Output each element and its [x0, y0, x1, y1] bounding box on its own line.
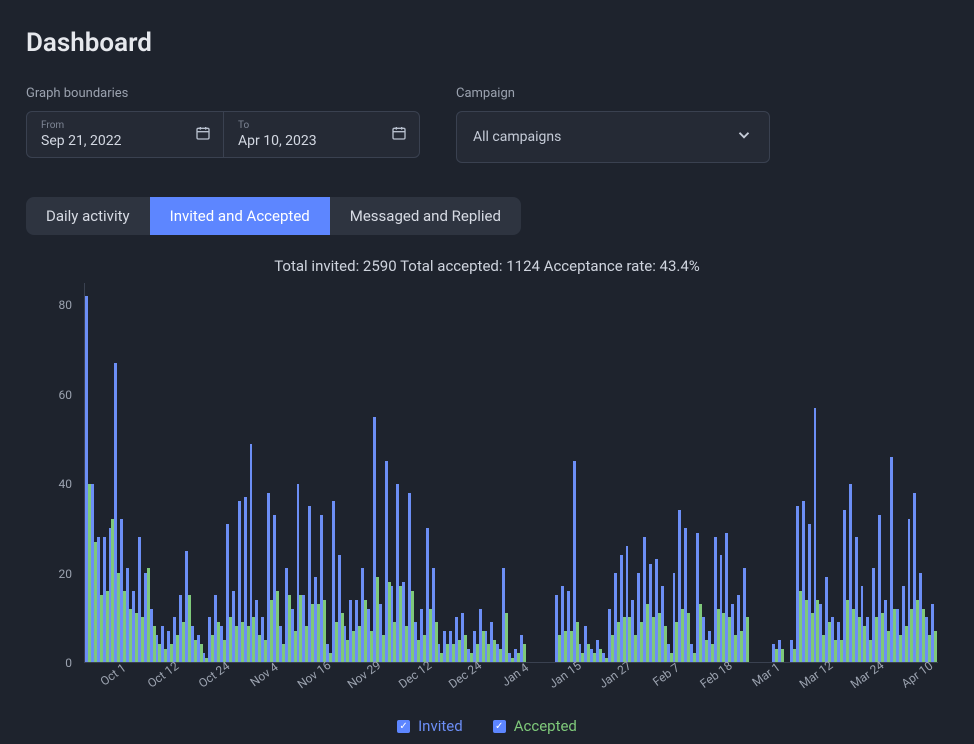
bar-accepted	[934, 631, 937, 662]
boundaries-label: Graph boundaries	[26, 86, 420, 101]
campaign-label: Campaign	[456, 86, 770, 101]
x-tick: Apr 10	[899, 659, 936, 691]
x-tick: Dec 24	[446, 658, 484, 691]
checkbox-icon: ✓	[493, 720, 506, 733]
chart-summary: Total invited: 2590 Total accepted: 1124…	[26, 257, 948, 275]
x-tick: Mar 1	[750, 660, 783, 689]
x-tick: Oct 24	[195, 659, 231, 691]
campaign-select[interactable]: All campaigns	[456, 111, 770, 163]
date-from[interactable]: From Sep 21, 2022	[27, 112, 223, 157]
legend-invited[interactable]: ✓ Invited	[397, 717, 463, 735]
y-tick: 20	[59, 567, 73, 581]
y-tick: 40	[59, 477, 73, 491]
date-to[interactable]: To Apr 10, 2023	[223, 112, 419, 157]
x-tick: Mar 24	[847, 658, 886, 691]
page-title: Dashboard	[26, 28, 948, 58]
legend-accepted-label: Accepted	[514, 717, 577, 735]
campaign-group: Campaign All campaigns	[456, 86, 770, 163]
x-tick: Jan 15	[547, 658, 585, 691]
legend: ✓ Invited ✓ Accepted	[26, 717, 948, 735]
date-to-label: To	[238, 120, 407, 131]
calendar-icon	[195, 125, 211, 145]
x-tick: Dec 12	[396, 658, 434, 691]
chevron-down-icon	[735, 126, 753, 148]
x-tick: Feb 18	[697, 658, 734, 691]
x-tick: Jan 4	[499, 660, 531, 689]
y-tick: 60	[59, 388, 73, 402]
campaign-value: All campaigns	[473, 129, 561, 145]
chart: 020406080 Oct 1Oct 12Oct 24Nov 4Nov 16No…	[42, 283, 938, 663]
date-range: From Sep 21, 2022 To Apr 10, 2023	[26, 111, 420, 158]
date-from-label: From	[41, 120, 211, 131]
bar-group	[931, 283, 937, 662]
y-axis: 020406080	[42, 283, 76, 663]
date-from-value: Sep 21, 2022	[41, 133, 211, 149]
view-tabs: Daily activityInvited and AcceptedMessag…	[26, 197, 521, 235]
x-tick: Oct 12	[145, 659, 181, 691]
x-tick: Jan 27	[597, 658, 635, 691]
x-tick: Oct 1	[98, 661, 129, 689]
x-axis: Oct 1Oct 12Oct 24Nov 4Nov 16Nov 29Dec 12…	[84, 663, 938, 707]
x-tick: Nov 29	[345, 658, 384, 691]
calendar-icon	[391, 125, 407, 145]
x-tick: Nov 4	[247, 660, 280, 689]
legend-invited-label: Invited	[418, 717, 463, 735]
date-range-group: Graph boundaries From Sep 21, 2022 To Ap…	[26, 86, 420, 163]
x-tick: Feb 7	[650, 660, 682, 689]
y-tick: 0	[65, 656, 72, 670]
checkbox-icon: ✓	[397, 720, 410, 733]
y-tick: 80	[59, 298, 73, 312]
legend-accepted[interactable]: ✓ Accepted	[493, 717, 577, 735]
tab-2[interactable]: Messaged and Replied	[330, 197, 521, 235]
date-to-value: Apr 10, 2023	[238, 133, 407, 149]
tab-1[interactable]: Invited and Accepted	[150, 197, 330, 235]
x-tick: Mar 12	[797, 658, 836, 691]
controls-row: Graph boundaries From Sep 21, 2022 To Ap…	[26, 86, 948, 163]
plot-area	[84, 283, 938, 663]
x-tick: Nov 16	[295, 658, 334, 691]
tab-0[interactable]: Daily activity	[26, 197, 150, 235]
